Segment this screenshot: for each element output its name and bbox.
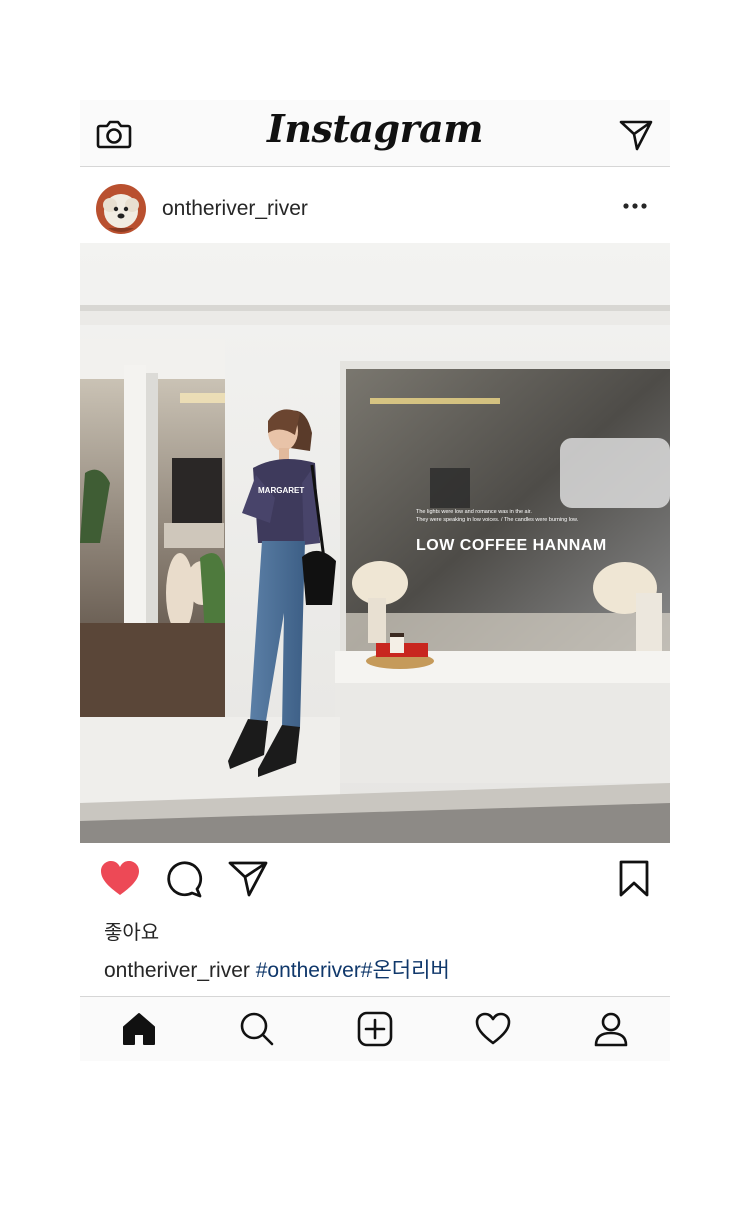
add-post-icon[interactable]: [355, 1009, 395, 1049]
shirt-print-text: MARGARET: [258, 486, 304, 495]
window-small-text-2: They were speaking in low voices. / The …: [416, 517, 579, 523]
window-title-text: LOW COFFEE HANNAM: [416, 537, 607, 554]
bookmark-icon[interactable]: [612, 859, 656, 899]
heart-icon[interactable]: [98, 859, 142, 899]
home-icon[interactable]: [119, 1009, 159, 1049]
bottom-tab-bar: [80, 996, 670, 1061]
activity-heart-icon[interactable]: [473, 1009, 513, 1049]
profile-icon[interactable]: [591, 1009, 631, 1049]
paper-plane-icon[interactable]: [226, 859, 270, 899]
search-icon[interactable]: [237, 1009, 277, 1049]
paper-plane-icon[interactable]: [618, 118, 654, 152]
caption-hashtags[interactable]: #ontheriver#온더리버: [256, 959, 450, 982]
post-caption: ontheriver_river #ontheriver#온더리버: [104, 954, 450, 984]
post-header: ontheriver_river: [80, 167, 670, 243]
ellipsis-icon[interactable]: [622, 197, 648, 215]
window-small-text-1: The lights were low and romance was in t…: [416, 509, 532, 515]
caption-username[interactable]: ontheriver_river: [104, 959, 250, 982]
instagram-screen: Instagram ontheriver_river The lights we…: [80, 100, 670, 1061]
post-actions: [80, 843, 670, 913]
post-photo[interactable]: The lights were low and romance was in t…: [80, 243, 670, 843]
top-bar: Instagram: [80, 100, 670, 167]
post-username[interactable]: ontheriver_river: [162, 197, 308, 221]
comment-icon[interactable]: [162, 859, 206, 899]
instagram-logo: Instagram: [267, 106, 483, 151]
likes-label[interactable]: 좋아요: [104, 916, 159, 945]
avatar[interactable]: [96, 184, 146, 234]
